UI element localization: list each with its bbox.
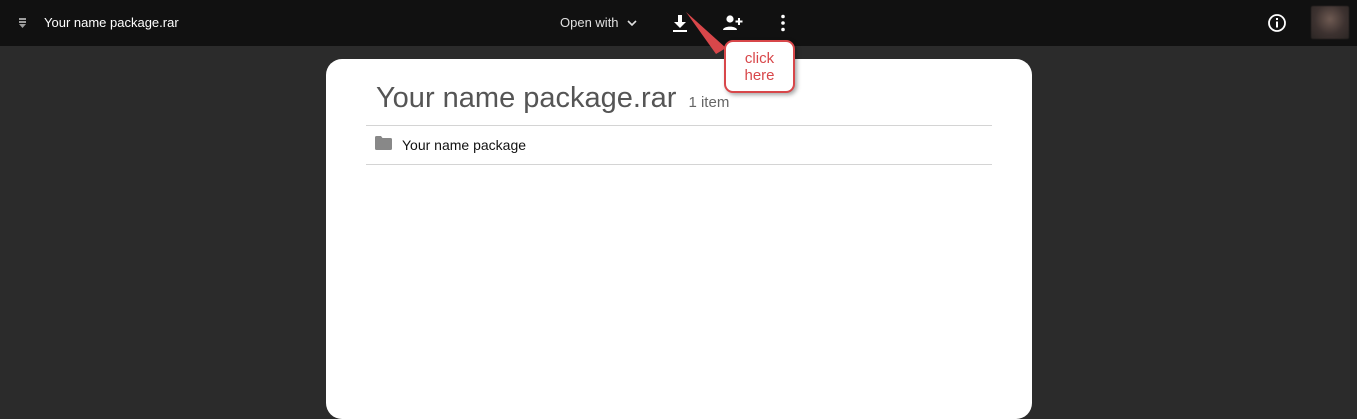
item-name: Your name package	[402, 137, 527, 153]
open-with-label: Open with	[560, 15, 619, 30]
callout-line-2: here	[744, 67, 775, 84]
archive-card: Your name package.rar 1 item Your name p…	[326, 59, 1032, 419]
file-title: Your name package.rar	[44, 15, 179, 30]
info-icon[interactable]	[1265, 11, 1289, 35]
open-with-button[interactable]: Open with	[560, 15, 637, 31]
add-person-icon[interactable]	[720, 11, 744, 35]
avatar[interactable]	[1311, 6, 1349, 39]
download-icon[interactable]	[668, 11, 692, 35]
callout-line-1: click	[744, 50, 775, 67]
list-item[interactable]: Your name package	[366, 126, 992, 164]
more-vert-icon[interactable]	[771, 11, 795, 35]
archive-title-text: Your name package.rar	[376, 82, 677, 114]
divider	[366, 164, 992, 165]
archive-viewer: Your name package.rar 1 item Your name p…	[0, 46, 1357, 419]
chevron-down-icon	[626, 20, 637, 26]
top-toolbar: Your name package.rar Open with	[0, 0, 1357, 46]
folder-icon	[375, 136, 392, 150]
archive-title: Your name package.rar 1 item	[376, 81, 729, 120]
file-menu-icon[interactable]	[18, 16, 28, 30]
item-count: 1 item	[688, 94, 730, 111]
annotation-callout: click here	[724, 40, 795, 93]
